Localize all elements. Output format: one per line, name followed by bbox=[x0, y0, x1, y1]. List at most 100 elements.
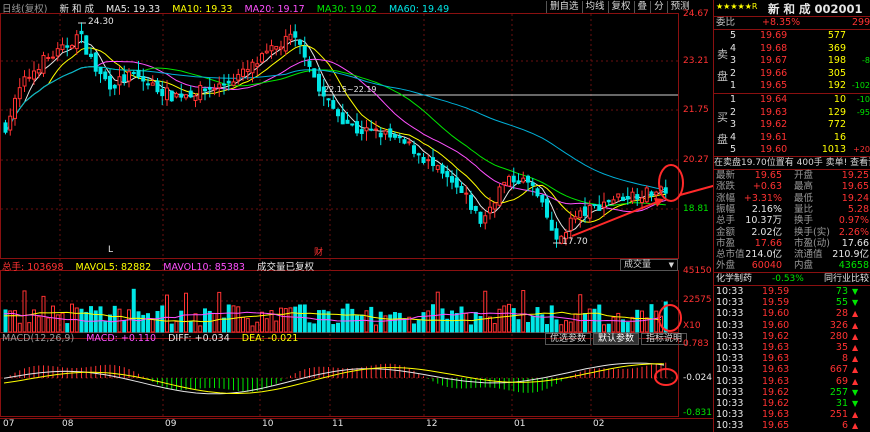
volume-bar bbox=[250, 325, 255, 333]
arrow-up-icon: ▲ bbox=[852, 331, 859, 341]
month-label: 10 bbox=[262, 419, 274, 429]
volume-bar bbox=[51, 305, 55, 333]
candle-up bbox=[644, 185, 649, 204]
volume-bar bbox=[298, 304, 302, 333]
price-tick: 24.67 bbox=[683, 9, 709, 19]
volume-bar bbox=[89, 306, 93, 333]
bid-level-row[interactable]: 3 19.62 772 bbox=[714, 119, 870, 131]
ask-level-row[interactable]: 2 19.66 305 bbox=[714, 68, 870, 80]
candle-up bbox=[435, 164, 440, 173]
bid-level-row[interactable]: 2 19.63 129 -95 bbox=[714, 107, 870, 119]
stat-value: 17.66 bbox=[841, 237, 869, 249]
volume-bar bbox=[98, 306, 103, 333]
volume-bar bbox=[217, 291, 222, 333]
dea-value: DEA: -0.021 bbox=[241, 333, 299, 344]
bid-level-row[interactable]: 1 19.64 10 -10 bbox=[714, 94, 870, 106]
level-number: 1 bbox=[730, 80, 737, 92]
optimize-params-button[interactable]: 优选参数 bbox=[545, 333, 592, 345]
candle-down bbox=[207, 77, 212, 98]
stat-label: 市盈 bbox=[716, 237, 736, 249]
level-volume: 305 bbox=[827, 67, 846, 79]
candle-up bbox=[497, 184, 502, 207]
tick-time: 10:33 bbox=[716, 319, 744, 331]
volume-bar bbox=[421, 312, 426, 333]
volume-bar bbox=[60, 312, 65, 333]
candle-up bbox=[74, 30, 79, 55]
level-number: 5 bbox=[730, 30, 737, 41]
indicator-select[interactable]: 成交量 ▼ bbox=[620, 259, 678, 271]
stat-value: 43658 bbox=[838, 260, 869, 272]
level-price: 19.69 bbox=[760, 30, 788, 41]
candle-up bbox=[41, 51, 46, 77]
tick-price: 19.59 bbox=[762, 297, 790, 309]
level-change: -10 bbox=[856, 95, 870, 104]
event-marker-finance[interactable]: 财 bbox=[314, 245, 323, 258]
tick-time: 10:33 bbox=[716, 420, 744, 432]
sector-compare-link[interactable]: 同行业比较 bbox=[824, 273, 869, 285]
volume-bar bbox=[654, 310, 659, 333]
bid-level-row[interactable]: 4 19.61 16 bbox=[714, 132, 870, 144]
bid-level-row[interactable]: 5 19.60 1013 +20 bbox=[714, 144, 870, 156]
stat-value: 2.16% bbox=[751, 203, 782, 215]
ask-level-row[interactable]: 5 19.69 577 bbox=[714, 30, 870, 42]
chevron-down-icon: ▼ bbox=[668, 261, 674, 269]
month-label: 09 bbox=[165, 419, 177, 429]
volume-bar bbox=[41, 295, 46, 333]
stat-value: 0.97% bbox=[838, 215, 869, 227]
candle-up bbox=[602, 192, 606, 217]
level-price: 19.62 bbox=[760, 119, 788, 131]
candle-down bbox=[345, 112, 350, 124]
level-change: +20 bbox=[853, 145, 870, 155]
sector-row[interactable]: 化学制药 -0.53% 同行业比较 bbox=[714, 273, 870, 285]
level-price: 19.61 bbox=[760, 131, 788, 143]
volume-bar bbox=[264, 318, 269, 333]
candle-up bbox=[60, 37, 65, 53]
level-number: 2 bbox=[730, 67, 737, 79]
kline-chart-panel[interactable]: 日线(复权) 新 和 成 MA5: 19.33 MA10: 19.33 MA20… bbox=[0, 0, 713, 432]
tick-volume: 257 bbox=[829, 386, 848, 398]
stat-label: 内盘 bbox=[794, 260, 814, 272]
volume-bar bbox=[469, 324, 473, 333]
volume-bar bbox=[435, 291, 440, 333]
candle-up bbox=[8, 108, 13, 136]
candle-up bbox=[521, 171, 526, 184]
event-marker-l[interactable]: L bbox=[108, 245, 113, 255]
candle-down bbox=[621, 193, 625, 202]
stat-value: 10.37万 bbox=[745, 215, 782, 227]
candlestick-series bbox=[3, 22, 668, 248]
candle-down bbox=[440, 162, 445, 179]
ask-level-row[interactable]: 4 19.68 369 bbox=[714, 43, 870, 55]
volume-bar bbox=[611, 316, 616, 333]
indicator-help-button[interactable]: 指标说明 bbox=[641, 333, 688, 345]
candle-down bbox=[3, 119, 8, 135]
ask-level-row[interactable]: 1 19.65 192 -102 bbox=[714, 80, 870, 92]
level-price: 19.68 bbox=[760, 42, 788, 54]
volume-bar bbox=[312, 323, 317, 333]
volume-bar bbox=[630, 316, 635, 333]
volume-bar bbox=[412, 323, 416, 333]
volume-bar bbox=[568, 321, 573, 333]
stat-label: 外盘 bbox=[716, 260, 736, 272]
candle-down bbox=[663, 179, 668, 200]
candle-up bbox=[13, 94, 17, 126]
candle-down bbox=[421, 152, 426, 165]
tick-price: 19.63 bbox=[762, 353, 790, 365]
volume-bar bbox=[122, 320, 127, 333]
arrow-up-icon: ▲ bbox=[852, 354, 859, 364]
sell-wall-info-link[interactable]: 在卖盘19.70位置有 400手 卖单! 查看详细 bbox=[714, 157, 870, 169]
volume-bar bbox=[502, 305, 507, 333]
red-arrow-head bbox=[654, 198, 664, 207]
volume-bar bbox=[279, 307, 283, 333]
ask-level-row[interactable]: 3 19.67 198 -8 bbox=[714, 55, 870, 67]
arrow-up-icon: ▲ bbox=[852, 343, 859, 352]
volume-bar bbox=[416, 319, 421, 333]
stat-label: 流通值 bbox=[794, 249, 823, 261]
volume-bar bbox=[364, 310, 369, 333]
volume-bar bbox=[326, 311, 331, 333]
candle-down bbox=[359, 120, 364, 141]
level-volume: 369 bbox=[827, 42, 846, 54]
candle-up bbox=[174, 91, 179, 99]
default-params-button[interactable]: 默认参数 bbox=[593, 333, 640, 345]
volume-bar bbox=[17, 322, 22, 333]
arrow-down-icon: ▼ bbox=[852, 387, 859, 397]
